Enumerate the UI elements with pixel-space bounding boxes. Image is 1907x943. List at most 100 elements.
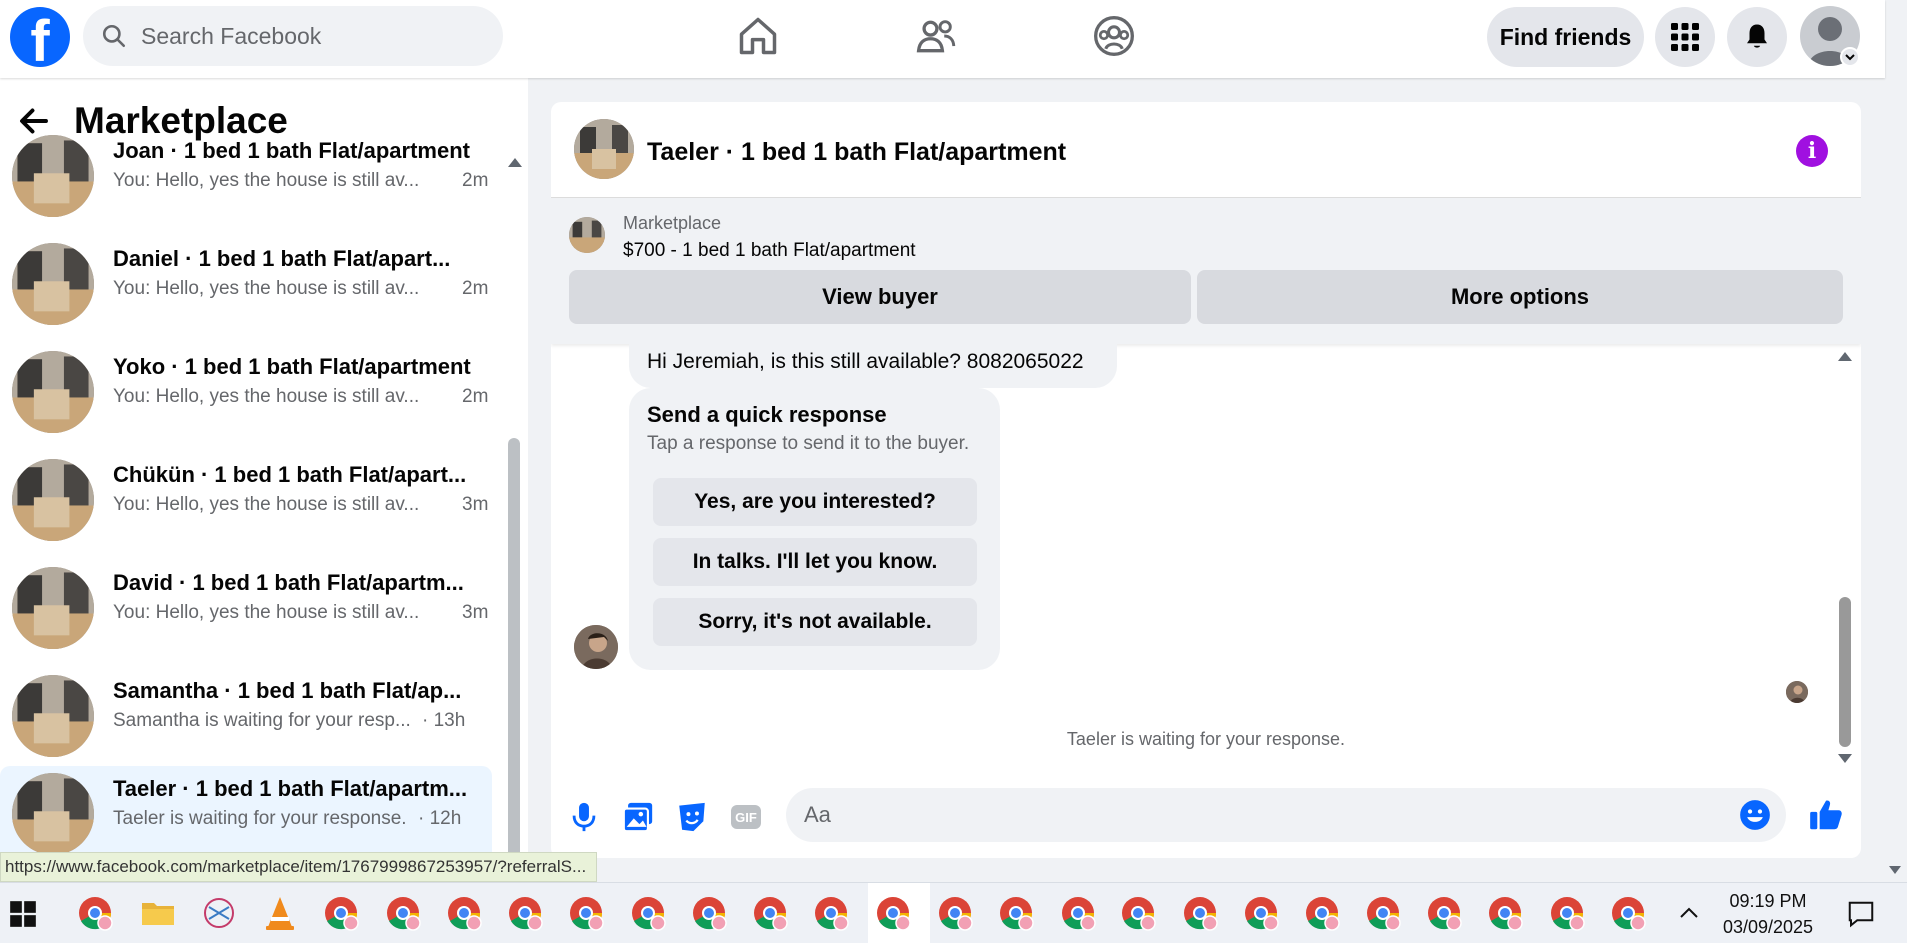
friends-icon[interactable] (914, 14, 958, 58)
quick-response-subtitle: Tap a response to send it to the buyer. (647, 433, 970, 454)
listing-photo (12, 567, 94, 649)
chat-scroll-up-arrow[interactable] (1838, 352, 1852, 361)
view-buyer-button[interactable]: View buyer (569, 270, 1191, 324)
chrome-profile-icon[interactable] (1547, 893, 1587, 933)
buyer-avatar[interactable] (574, 625, 618, 669)
chrome-profile-icon[interactable] (1608, 893, 1648, 933)
buyer-photo (574, 625, 618, 669)
chrome-profile-icon[interactable] (505, 893, 545, 933)
chrome-profile-icon[interactable] (566, 893, 606, 933)
thumbs-up-icon[interactable] (1807, 796, 1845, 834)
emoji-icon[interactable] (1738, 798, 1772, 832)
more-options-button[interactable]: More options (1197, 270, 1843, 324)
notification-center-icon[interactable] (1846, 899, 1876, 929)
conversation-preview: You: Hello, yes the house is still av... (113, 602, 420, 623)
marketplace-inbox: Marketplace Joan · 1 bed 1 bath Flat/apa… (0, 78, 528, 882)
conversation-thumbnail (12, 567, 94, 649)
home-icon[interactable] (736, 14, 780, 58)
chat-title: Taeler · 1 bed 1 bath Flat/apartment (647, 138, 1067, 166)
chrome-profile-icon[interactable] (1424, 893, 1464, 933)
quick-response-yes-button[interactable]: Yes, are you interested? (653, 478, 977, 526)
conversation-time: · 13h (422, 710, 466, 731)
search-input[interactable]: Search Facebook (141, 23, 321, 50)
find-friends-button[interactable]: Find friends (1487, 7, 1644, 67)
conversation-item[interactable]: Daniel · 1 bed 1 bath Flat/apart... You: … (0, 236, 492, 342)
message-input-placeholder: Aa (804, 802, 831, 827)
message-input[interactable]: Aa (786, 788, 1786, 842)
chrome-profile-icon[interactable] (996, 893, 1036, 933)
chrome-profile-icon[interactable] (444, 893, 484, 933)
conversation-item[interactable]: Samantha · 1 bed 1 bath Flat/ap... Samant… (0, 668, 492, 774)
conversation-item[interactable]: David · 1 bed 1 bath Flat/apartm... You: … (0, 560, 492, 666)
listing-card: Marketplace $700 - 1 bed 1 bath Flat/apa… (551, 198, 1861, 344)
quick-response-title: Send a quick response (647, 402, 887, 427)
app-icon[interactable] (199, 893, 239, 933)
listing-price[interactable]: $700 - 1 bed 1 bath Flat/apartment (623, 240, 916, 262)
conversation-time: 3m (462, 494, 489, 515)
buyer-message: Hi Jeremiah, is this still available? 80… (629, 338, 1117, 388)
photo-icon[interactable] (621, 800, 655, 834)
windows-taskbar: 09:19 PM 03/09/2025 (0, 882, 1907, 943)
chat-scroll-down-arrow[interactable] (1838, 754, 1852, 763)
chrome-profile-icon[interactable] (383, 893, 423, 933)
conversation-thumbnail (12, 351, 94, 433)
chrome-profile-icon[interactable] (1118, 893, 1158, 933)
chrome-profile-icon[interactable] (1302, 893, 1342, 933)
conversation-item[interactable]: Joan · 1 bed 1 bath Flat/apartment You: H… (0, 128, 492, 234)
gif-label: GIF (735, 810, 757, 825)
chrome-profile-icon[interactable] (750, 893, 790, 933)
listing-photo (12, 351, 94, 433)
chrome-profile-icon[interactable] (628, 893, 668, 933)
chrome-profile-icon[interactable] (689, 893, 729, 933)
conversation-name: Samantha · 1 bed 1 bath Flat/ap... (113, 678, 462, 703)
chrome-profile-icon[interactable] (1058, 893, 1098, 933)
conversation-time: 2m (462, 278, 489, 299)
scroll-up-arrow[interactable] (508, 158, 522, 167)
sticker-icon[interactable] (675, 800, 709, 834)
vlc-icon[interactable] (260, 893, 300, 933)
search-box[interactable]: Search Facebook (83, 6, 503, 66)
system-clock[interactable]: 09:19 PM 03/09/2025 (1718, 888, 1818, 940)
menu-button[interactable] (1655, 7, 1715, 67)
chrome-profile-icon[interactable] (873, 893, 913, 933)
chrome-profile-icon[interactable] (1241, 893, 1281, 933)
conversation-thumbnail (12, 675, 94, 757)
chrome-profile-icon[interactable] (75, 893, 115, 933)
gif-icon[interactable]: GIF (729, 800, 763, 834)
listing-photo (574, 119, 634, 179)
chat-header: Taeler · 1 bed 1 bath Flat/apartment i (551, 102, 1861, 198)
conversation-thumbnail (12, 459, 94, 541)
conversation-time: 2m (462, 170, 489, 191)
account-menu-chevron[interactable] (1840, 47, 1860, 67)
folder-icon[interactable] (138, 893, 178, 933)
chrome-profile-icon[interactable] (321, 893, 361, 933)
conversation-time: 3m (462, 602, 489, 623)
listing-photo (12, 243, 94, 325)
chrome-profile-icon[interactable] (1180, 893, 1220, 933)
facebook-logo-icon[interactable]: f (10, 7, 70, 67)
waiting-status: Taeler is waiting for your response. (1066, 729, 1346, 749)
conversation-thumbnail (12, 135, 94, 217)
conversation-preview: Samantha is waiting for your resp... (113, 710, 411, 731)
conversation-item[interactable]: Yoko · 1 bed 1 bath Flat/apartment You: H… (0, 344, 492, 450)
conversation-preview: You: Hello, yes the house is still av... (113, 386, 420, 407)
chevron-up-icon[interactable] (1678, 905, 1700, 921)
listing-mini-thumbnail[interactable] (569, 217, 605, 253)
chrome-profile-icon[interactable] (811, 893, 851, 933)
microphone-icon[interactable] (567, 800, 601, 834)
notifications-button[interactable] (1727, 7, 1787, 67)
windows-start-icon[interactable] (9, 900, 37, 928)
listing-photo (569, 217, 605, 253)
chat-scrollbar[interactable] (1839, 597, 1851, 747)
groups-icon[interactable] (1092, 14, 1136, 58)
chrome-profile-icon[interactable] (1485, 893, 1525, 933)
scrollbar[interactable] (508, 438, 520, 882)
conversation-item[interactable]: Chükün · 1 bed 1 bath Flat/apart... You: … (0, 452, 492, 558)
quick-response-in-talks-button[interactable]: In talks. I'll let you know. (653, 538, 977, 586)
chrome-profile-icon[interactable] (1363, 893, 1403, 933)
page-scroll-down-arrow[interactable] (1889, 866, 1901, 874)
info-icon[interactable]: i (1796, 135, 1828, 167)
quick-response-not-available-button[interactable]: Sorry, it's not available. (653, 598, 977, 646)
listing-thumbnail[interactable] (574, 119, 634, 179)
chrome-profile-icon[interactable] (935, 893, 975, 933)
